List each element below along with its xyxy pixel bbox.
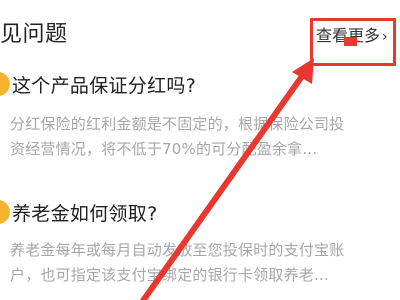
faq-screen: 见问题 查看更多 › 这个产品保证分红吗? 分红保险的红利金额是不固定的，根据保险… <box>0 0 400 300</box>
pointer-arrow-icon <box>139 58 314 300</box>
